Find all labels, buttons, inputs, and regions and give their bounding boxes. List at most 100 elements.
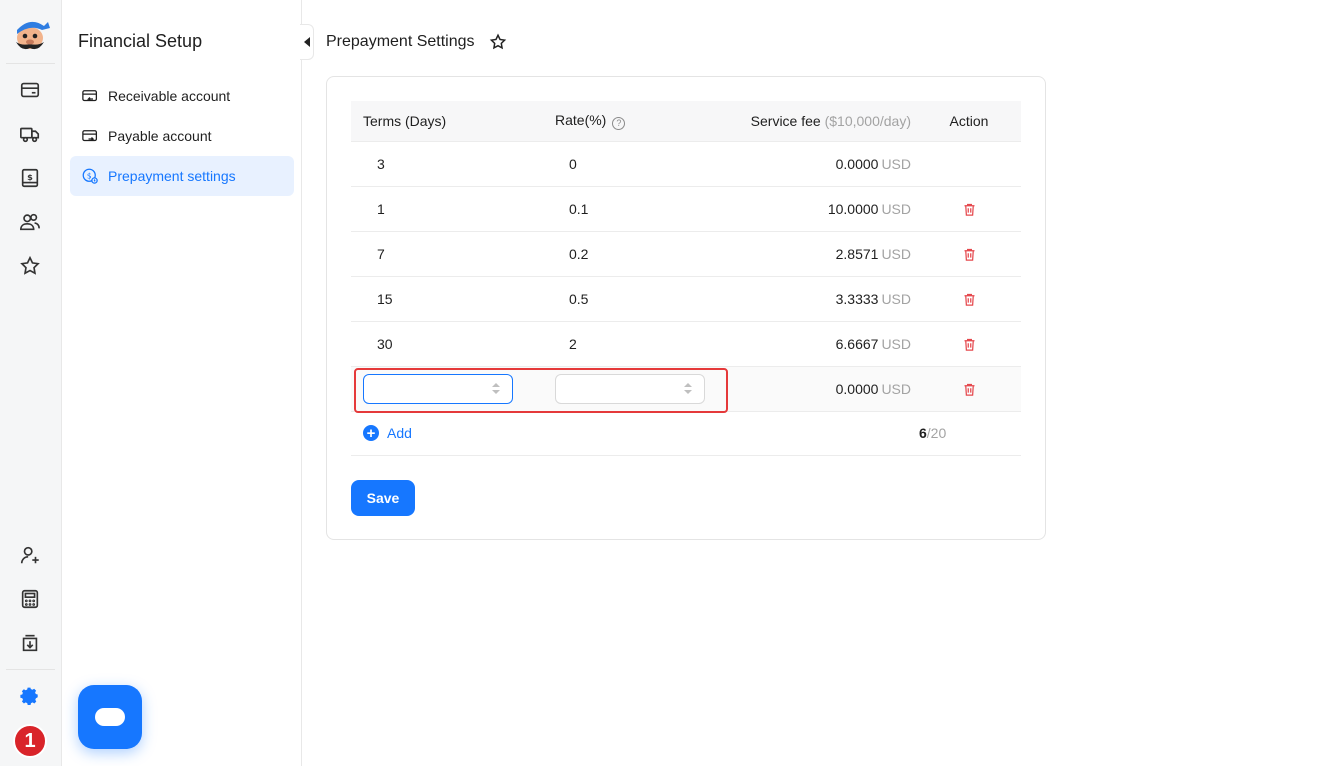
fee-value: 0.0000	[835, 155, 879, 172]
terms-input[interactable]	[364, 374, 484, 403]
delete-trash-icon[interactable]	[962, 382, 977, 397]
fee-value: 2.8571	[835, 245, 879, 262]
nav-item-payable-account[interactable]: Payable account	[70, 116, 294, 156]
terms-number-input[interactable]	[363, 373, 513, 404]
action-cell	[917, 321, 1021, 367]
header-terms: Terms (Days)	[351, 101, 543, 142]
table-row: 1 0.1 10.0000 USD	[351, 186, 1021, 232]
header-action: Action	[917, 101, 1021, 142]
terms-input-cell	[351, 366, 543, 412]
terms-cell: 7	[351, 231, 543, 277]
rate-cell: 0	[543, 141, 735, 187]
prepayment-terms-table: Terms (Days) Rate(%)? Service fee ($10,0…	[351, 101, 1021, 456]
nav-item-label: Prepayment settings	[108, 168, 236, 184]
table-row: 15 0.5 3.3333 USD	[351, 276, 1021, 322]
rate-cell: 2	[543, 321, 735, 367]
chat-support-button[interactable]	[78, 685, 142, 749]
empty-cell	[543, 411, 735, 456]
truck-icon[interactable]	[18, 122, 42, 146]
new-table-row: 0.0000 USD	[351, 366, 1021, 412]
row-count: 6	[919, 425, 927, 441]
fee-value: 3.3333	[835, 290, 879, 307]
prepayment-settings-card: Terms (Days) Rate(%)? Service fee ($10,0…	[326, 76, 1046, 540]
fee-cell: 6.6667 USD	[735, 321, 917, 367]
app-rail: $ 1	[0, 0, 62, 766]
header-rate-label: Rate(%)	[555, 111, 607, 128]
add-user-icon[interactable]	[18, 543, 42, 567]
terms-cell: 30	[351, 321, 543, 367]
add-row: + Add 6/20	[351, 411, 1021, 456]
fee-cell: 2.8571 USD	[735, 231, 917, 277]
fee-cell: 0.0000 USD	[735, 141, 917, 187]
terms-cell: 3	[351, 141, 543, 187]
empty-cell	[735, 411, 917, 456]
page-title: Prepayment Settings	[326, 33, 475, 50]
nav-item-label: Payable account	[108, 128, 212, 144]
notification-badge[interactable]: 1	[13, 724, 47, 758]
mascot-logo[interactable]	[8, 12, 54, 52]
row-counter: 6/20	[917, 411, 1021, 456]
header-service-fee: Service fee ($10,000/day)	[735, 101, 917, 142]
help-icon[interactable]: ?	[612, 116, 626, 130]
nav-item-receivable-account[interactable]: Receivable account	[70, 76, 294, 116]
terms-stepper[interactable]	[492, 382, 500, 395]
nav-item-label: Receivable account	[108, 88, 231, 104]
payable-card-icon	[82, 130, 98, 142]
fee-unit: USD	[881, 155, 911, 172]
action-cell	[917, 276, 1021, 322]
users-icon[interactable]	[18, 210, 42, 234]
add-row-button[interactable]: + Add	[363, 425, 412, 442]
header-rate: Rate(%)?	[543, 101, 735, 142]
collapse-sidebar-button[interactable]	[300, 24, 314, 60]
fee-cell: 3.3333 USD	[735, 276, 917, 322]
gear-icon[interactable]	[18, 685, 42, 709]
add-cell: + Add	[351, 411, 543, 456]
table-row: 30 2 6.6667 USD	[351, 321, 1021, 367]
rate-stepper[interactable]	[684, 382, 692, 395]
delete-trash-icon[interactable]	[962, 202, 977, 217]
svg-text:$: $	[27, 172, 33, 182]
delete-trash-icon[interactable]	[962, 292, 977, 307]
table-row: 7 0.2 2.8571 USD	[351, 231, 1021, 277]
terms-cell: 1	[351, 186, 543, 232]
action-cell	[917, 186, 1021, 232]
fee-unit: USD	[881, 290, 911, 307]
header-fee-label: Service fee	[750, 112, 821, 129]
action-cell	[917, 366, 1021, 412]
fee-value: 6.6667	[835, 335, 879, 352]
financial-setup-nav: Financial Setup Receivable account Payab…	[62, 0, 302, 766]
fee-cell: 10.0000 USD	[735, 186, 917, 232]
subnav-title: Financial Setup	[78, 31, 203, 51]
nav-item-prepayment-settings[interactable]: $ Prepayment settings	[70, 156, 294, 196]
fee-unit: USD	[881, 380, 911, 397]
row-count-max: /20	[926, 425, 947, 441]
rate-input[interactable]	[556, 374, 676, 403]
fee-unit: USD	[881, 245, 911, 262]
rate-cell: 0.5	[543, 276, 735, 322]
save-button[interactable]: Save	[351, 480, 415, 516]
fee-value: 10.0000	[827, 200, 879, 217]
action-cell	[917, 141, 1021, 187]
add-label: Add	[387, 425, 412, 442]
table-header-row: Terms (Days) Rate(%)? Service fee ($10,0…	[351, 101, 1021, 142]
fee-cell: 0.0000 USD	[735, 366, 917, 412]
rate-cell: 0.2	[543, 231, 735, 277]
header-fee-hint: ($10,000/day)	[824, 112, 911, 129]
export-icon[interactable]	[18, 631, 42, 655]
delete-trash-icon[interactable]	[962, 337, 977, 352]
svg-text:$: $	[87, 171, 92, 180]
calculator-icon[interactable]	[18, 587, 42, 611]
receivable-card-icon	[82, 90, 98, 102]
delete-trash-icon[interactable]	[962, 247, 977, 262]
prepayment-icon: $	[82, 168, 98, 184]
invoice-icon[interactable]: $	[18, 166, 42, 190]
terms-cell: 15	[351, 276, 543, 322]
favorite-star-icon[interactable]	[489, 33, 507, 51]
fee-value: 0.0000	[835, 380, 879, 397]
fee-unit: USD	[881, 335, 911, 352]
card-icon[interactable]	[18, 78, 42, 102]
rate-number-input[interactable]	[555, 373, 705, 404]
rate-cell: 0.1	[543, 186, 735, 232]
fee-unit: USD	[881, 200, 911, 217]
star-icon[interactable]	[18, 254, 42, 278]
